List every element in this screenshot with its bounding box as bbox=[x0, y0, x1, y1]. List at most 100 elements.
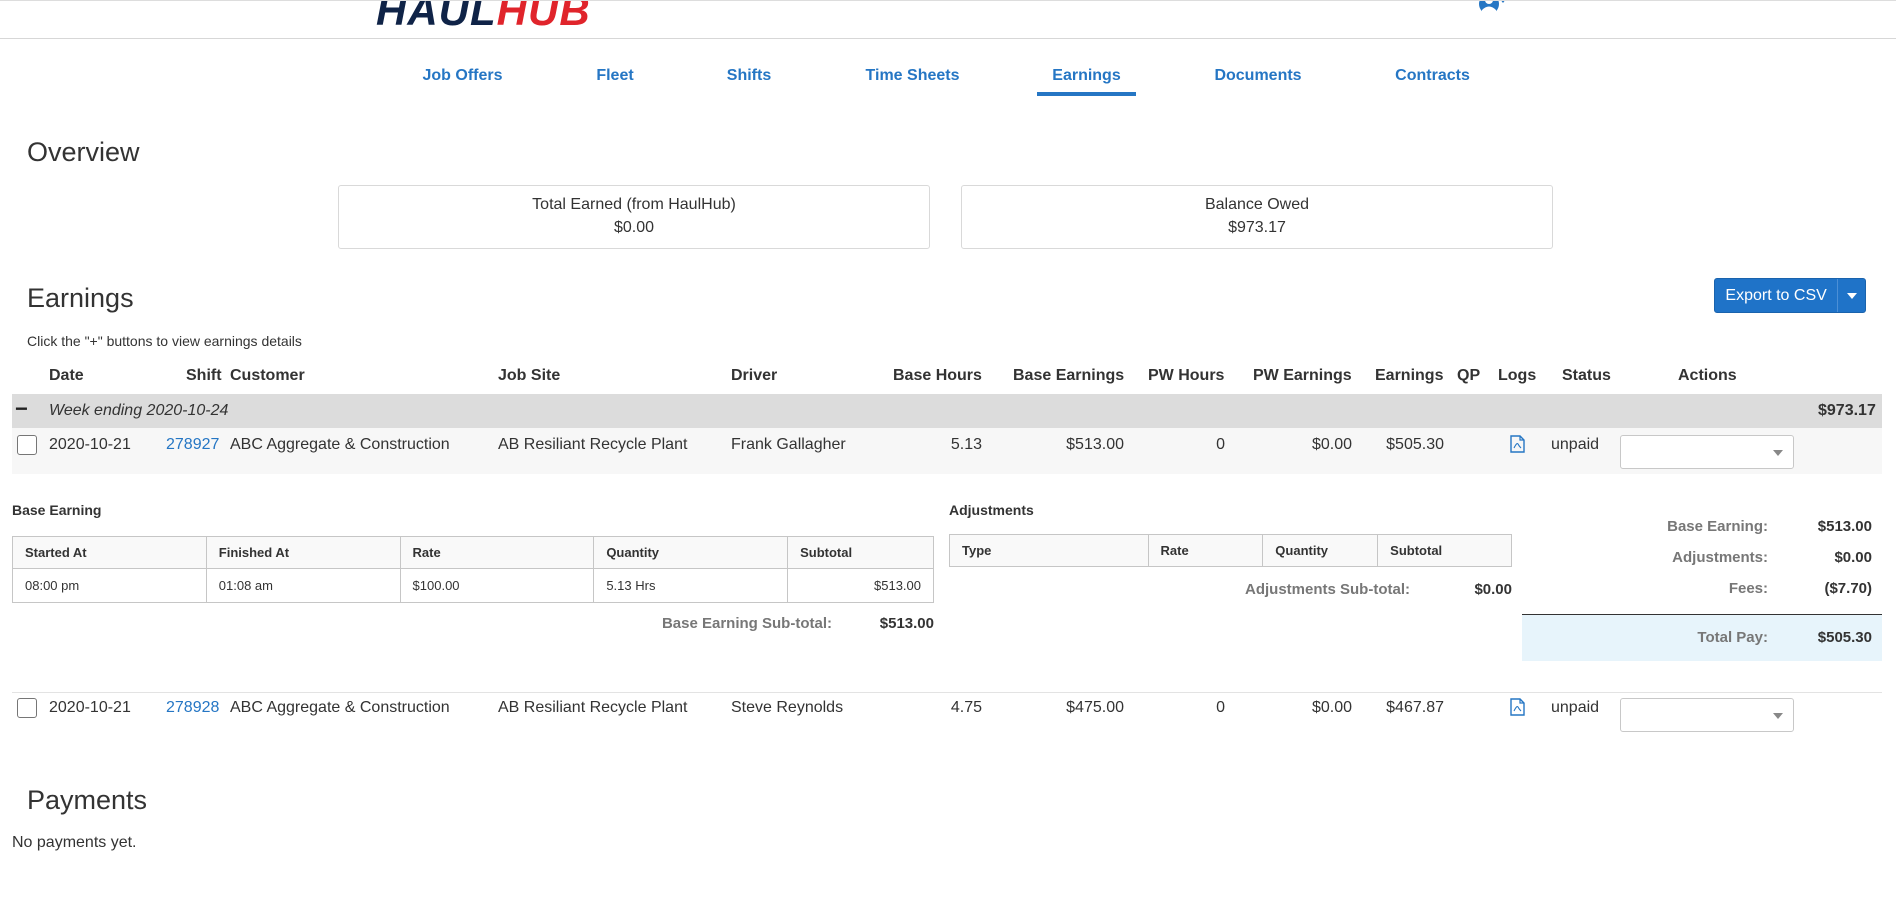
summary-total-value: $505.30 bbox=[1817, 629, 1872, 646]
row-driver: Frank Gallagher bbox=[731, 436, 846, 453]
adjustments-title: Adjustments bbox=[949, 502, 1034, 518]
row-pw-hours: 0 bbox=[1216, 436, 1225, 453]
tab-contracts[interactable]: Contracts bbox=[1390, 60, 1475, 96]
base-col-quantity: Quantity bbox=[593, 536, 789, 569]
adj-col-type: Type bbox=[949, 534, 1149, 567]
base-subtotal-label: Base Earning Sub-total: bbox=[661, 615, 832, 632]
col-driver[interactable]: Driver bbox=[731, 367, 777, 385]
summary-adj-value: $0.00 bbox=[1834, 549, 1872, 566]
row-pw-earnings: $0.00 bbox=[1311, 436, 1352, 453]
tab-documents[interactable]: Documents bbox=[1208, 60, 1308, 96]
earnings-page: HAULHUB Job Offers Fleet Shifts Time She… bbox=[0, 0, 1896, 902]
adj-subtotal-value: $0.00 bbox=[1474, 581, 1512, 598]
export-csv-button[interactable]: Export to CSV bbox=[1715, 279, 1839, 312]
row-status: unpaid bbox=[1551, 699, 1600, 716]
tab-job-offers[interactable]: Job Offers bbox=[415, 60, 510, 96]
row-customer: ABC Aggregate & Construction bbox=[230, 699, 450, 716]
balance-owed-value: $973.17 bbox=[1228, 219, 1286, 236]
tab-time-sheets[interactable]: Time Sheets bbox=[860, 60, 965, 96]
total-earned-label: Total Earned (from HaulHub) bbox=[532, 196, 736, 213]
no-payments-text: No payments yet. bbox=[12, 834, 137, 851]
col-base-earnings[interactable]: Base Earnings bbox=[1013, 367, 1124, 385]
chevron-down-icon bbox=[1773, 713, 1783, 719]
row-earnings: $505.30 bbox=[1386, 436, 1444, 453]
haulhub-logo[interactable]: HAULHUB bbox=[376, 1, 591, 35]
week-collapse-toggle[interactable]: − bbox=[15, 396, 28, 422]
adjustments-table: Type Rate Quantity Subtotal bbox=[949, 534, 1512, 567]
balance-owed-card: Balance Owed $973.17 bbox=[961, 185, 1553, 249]
export-dropdown-toggle[interactable] bbox=[1838, 279, 1865, 312]
chevron-down-icon bbox=[1773, 450, 1783, 456]
pdf-file-icon bbox=[1510, 698, 1525, 716]
col-base-hours[interactable]: Base Hours bbox=[893, 367, 982, 385]
row-shift-link[interactable]: 278927 bbox=[166, 436, 219, 454]
pdf-log-link[interactable] bbox=[1510, 435, 1525, 458]
base-finished-at: 01:08 am bbox=[205, 568, 401, 603]
week-label: Week ending 2020-10-24 bbox=[49, 402, 229, 419]
tab-fleet[interactable]: Fleet bbox=[588, 60, 642, 96]
payments-title: Payments bbox=[27, 785, 148, 815]
summary-fees-value: ($7.70) bbox=[1824, 580, 1872, 597]
adj-col-rate: Rate bbox=[1147, 534, 1264, 567]
col-actions[interactable]: Actions bbox=[1678, 367, 1737, 385]
row-divider bbox=[12, 692, 1882, 693]
row-earnings: $467.87 bbox=[1386, 699, 1444, 716]
top-header: HAULHUB bbox=[0, 0, 1896, 39]
row-date: 2020-10-21 bbox=[49, 699, 131, 716]
col-job-site[interactable]: Job Site bbox=[498, 367, 560, 385]
summary-base-label: Base Earning: bbox=[1667, 518, 1768, 535]
col-logs[interactable]: Logs bbox=[1498, 367, 1536, 385]
row-pw-earnings: $0.00 bbox=[1311, 699, 1352, 716]
earnings-title: Earnings bbox=[27, 283, 134, 313]
col-qp[interactable]: QP bbox=[1457, 367, 1480, 385]
col-shift[interactable]: Shift bbox=[186, 367, 222, 385]
base-subtotal: $513.00 bbox=[787, 568, 934, 603]
base-col-rate: Rate bbox=[399, 536, 595, 569]
col-pw-earnings[interactable]: PW Earnings bbox=[1253, 367, 1352, 385]
col-date[interactable]: Date bbox=[49, 367, 84, 385]
row-job-site: AB Resiliant Recycle Plant bbox=[498, 699, 688, 716]
summary-adj-label: Adjustments: bbox=[1672, 549, 1768, 566]
base-started-at: 08:00 pm bbox=[12, 568, 207, 603]
summary-fees-label: Fees: bbox=[1728, 580, 1768, 597]
row-pw-hours: 0 bbox=[1216, 699, 1225, 716]
row-customer: ABC Aggregate & Construction bbox=[230, 436, 450, 453]
total-earned-card: Total Earned (from HaulHub) $0.00 bbox=[338, 185, 930, 249]
row-checkbox[interactable] bbox=[17, 435, 37, 455]
week-total: $973.17 bbox=[1818, 402, 1876, 419]
adj-subtotal-label: Adjustments Sub-total: bbox=[1245, 581, 1410, 598]
base-col-started: Started At bbox=[12, 536, 207, 569]
row-base-hours: 4.75 bbox=[950, 699, 982, 716]
adj-col-subtotal: Subtotal bbox=[1377, 534, 1512, 567]
pdf-file-icon bbox=[1510, 435, 1525, 453]
row-actions-select[interactable] bbox=[1620, 698, 1794, 732]
base-col-subtotal: Subtotal bbox=[787, 536, 934, 569]
row-shift-link[interactable]: 278928 bbox=[166, 699, 219, 717]
base-earning-title: Base Earning bbox=[12, 502, 102, 518]
tab-earnings[interactable]: Earnings bbox=[1037, 60, 1136, 96]
row-base-earnings: $475.00 bbox=[1066, 699, 1124, 716]
col-status[interactable]: Status bbox=[1562, 367, 1611, 385]
row-checkbox[interactable] bbox=[17, 698, 37, 718]
user-menu[interactable] bbox=[1478, 1, 1508, 19]
row-status: unpaid bbox=[1551, 436, 1600, 453]
main-nav: Job Offers Fleet Shifts Time Sheets Earn… bbox=[0, 60, 1896, 96]
chevron-down-icon bbox=[1501, 1, 1505, 3]
col-earnings[interactable]: Earnings bbox=[1375, 367, 1443, 385]
col-pw-hours[interactable]: PW Hours bbox=[1148, 367, 1224, 385]
export-csv-button-group: Export to CSV bbox=[1714, 278, 1866, 313]
row-actions-select[interactable] bbox=[1620, 435, 1794, 469]
row-base-hours: 5.13 bbox=[950, 436, 982, 453]
pdf-log-link[interactable] bbox=[1510, 698, 1525, 721]
overview-title: Overview bbox=[27, 137, 140, 167]
row-date: 2020-10-21 bbox=[49, 436, 131, 453]
base-col-finished: Finished At bbox=[205, 536, 401, 569]
base-earning-table: Started At Finished At Rate Quantity Sub… bbox=[12, 536, 934, 603]
tab-shifts[interactable]: Shifts bbox=[720, 60, 778, 96]
summary-base-value: $513.00 bbox=[1817, 518, 1872, 535]
base-quantity: 5.13 Hrs bbox=[593, 568, 789, 603]
chevron-down-icon bbox=[1846, 292, 1857, 299]
user-icon bbox=[1479, 1, 1505, 14]
total-earned-value: $0.00 bbox=[613, 219, 655, 236]
col-customer[interactable]: Customer bbox=[230, 367, 305, 385]
